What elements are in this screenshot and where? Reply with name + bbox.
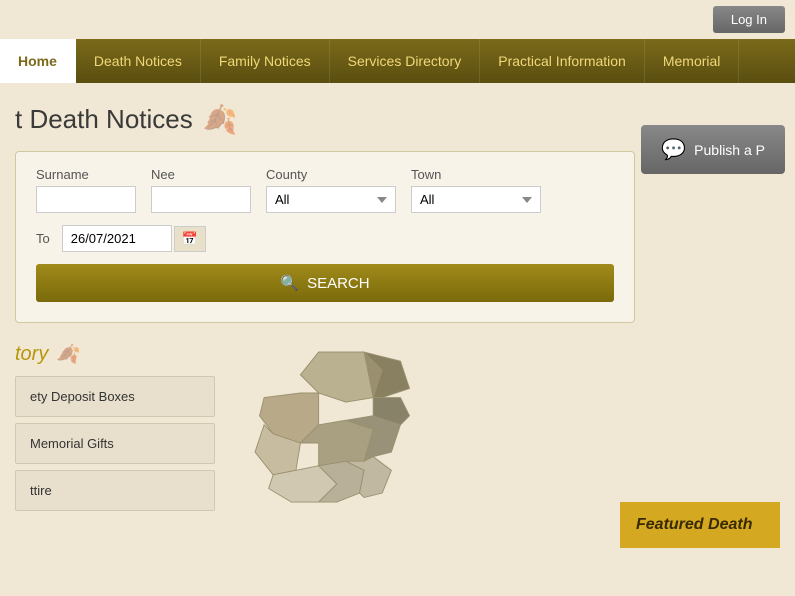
directory-left: tory 🍂 ety Deposit Boxes Memorial Gifts … — [15, 343, 215, 548]
main-nav: Home Death Notices Family Notices Servic… — [0, 39, 795, 83]
surname-input[interactable] — [36, 186, 136, 213]
nav-practical-info[interactable]: Practical Information — [480, 39, 645, 83]
search-icon: 🔍 — [280, 274, 299, 292]
log-in-button[interactable]: Log In — [713, 6, 785, 33]
search-title-text: t Death Notices — [15, 104, 193, 135]
dir-item-3[interactable]: ttire — [15, 470, 215, 511]
search-label: SEARCH — [307, 275, 370, 292]
ireland-map-svg — [235, 343, 475, 543]
chat-icon: 💬 — [661, 137, 686, 162]
directory-leaf: 🍂 — [56, 344, 78, 365]
form-row-1: Surname Nee County All Town All — [36, 167, 614, 213]
nav-death-notices[interactable]: Death Notices — [76, 39, 201, 83]
directory-section: tory 🍂 ety Deposit Boxes Memorial Gifts … — [15, 343, 780, 548]
leaf-decoration: 🍂 — [203, 103, 238, 136]
town-label: Town — [411, 167, 541, 182]
nav-memorial[interactable]: Memorial — [645, 39, 740, 83]
search-button[interactable]: 🔍 SEARCH — [36, 264, 614, 302]
nav-family-notices[interactable]: Family Notices — [201, 39, 330, 83]
nee-input[interactable] — [151, 186, 251, 213]
date-to-input[interactable] — [62, 225, 172, 252]
nav-home[interactable]: Home — [0, 39, 76, 83]
calendar-button[interactable]: 📅 — [174, 226, 206, 252]
town-group: Town All — [411, 167, 541, 213]
date-to-label: To — [36, 231, 50, 246]
featured-death-label: Featured Death — [636, 516, 752, 533]
town-select[interactable]: All — [411, 186, 541, 213]
nee-group: Nee — [151, 167, 251, 213]
date-row: To 📅 — [36, 225, 614, 252]
directory-title-text: tory — [15, 343, 48, 366]
date-input-wrap: 📅 — [62, 225, 206, 252]
top-bar: Log In — [0, 0, 795, 39]
nee-label: Nee — [151, 167, 251, 182]
featured-death-box[interactable]: Featured Death — [620, 502, 780, 548]
search-form: Surname Nee County All Town All To — [15, 151, 635, 323]
county-label: County — [266, 167, 396, 182]
nav-services-directory[interactable]: Services Directory — [330, 39, 481, 83]
dir-item-1[interactable]: ety Deposit Boxes — [15, 376, 215, 417]
county-group: County All — [266, 167, 396, 213]
directory-title: tory 🍂 — [15, 343, 215, 366]
county-select[interactable]: All — [266, 186, 396, 213]
publish-button[interactable]: 💬 Publish a P — [641, 125, 785, 174]
map-area: Featured Death — [235, 343, 780, 548]
surname-group: Surname — [36, 167, 136, 213]
dir-item-2[interactable]: Memorial Gifts — [15, 423, 215, 464]
publish-label: Publish a P — [694, 142, 765, 158]
surname-label: Surname — [36, 167, 136, 182]
